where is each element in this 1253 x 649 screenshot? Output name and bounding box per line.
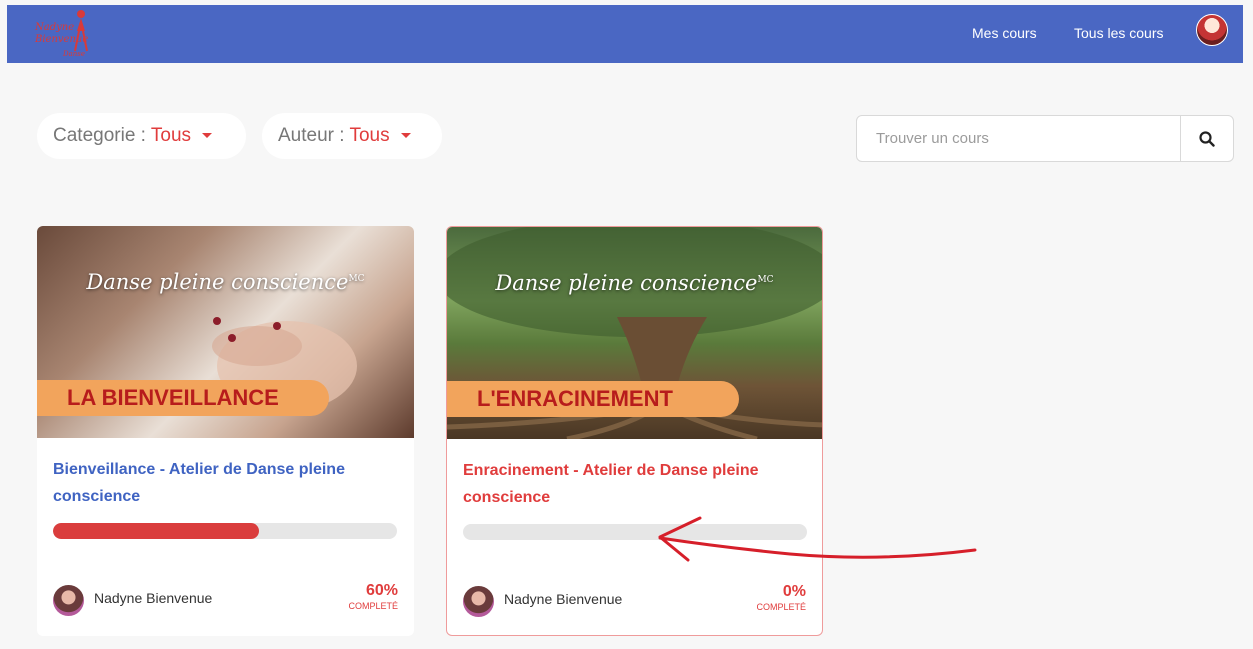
user-avatar[interactable] bbox=[1196, 14, 1228, 46]
author-filter[interactable]: Auteur : Tous bbox=[262, 113, 442, 159]
author-avatar bbox=[463, 586, 494, 617]
category-filter-label: Categorie : bbox=[53, 125, 146, 146]
course-title[interactable]: Bienveillance - Atelier de Danse pleine … bbox=[53, 456, 393, 510]
trademark-mark: MC bbox=[757, 275, 774, 285]
course-card-enracinement[interactable]: Danse pleine conscienceMC L'ENRACINEMENT… bbox=[446, 226, 823, 636]
search-button[interactable] bbox=[1180, 116, 1233, 161]
site-logo[interactable]: Nadyne Bienvenue Danse bbox=[33, 7, 91, 61]
top-nav-bar: Nadyne Bienvenue Danse Mes cours Tous le… bbox=[7, 5, 1243, 63]
course-card-bienveillance[interactable]: Danse pleine conscienceMC LA BIENVEILLAN… bbox=[37, 226, 414, 636]
nav-all-courses[interactable]: Tous les cours bbox=[1074, 25, 1163, 41]
caret-down-icon bbox=[202, 133, 213, 139]
trademark-mark: MC bbox=[348, 274, 365, 284]
dancer-logo-icon bbox=[74, 10, 88, 52]
completion-status: 60% COMPLETÉ bbox=[348, 582, 398, 611]
category-filter-value: Tous bbox=[150, 125, 192, 146]
course-banner: L'ENRACINEMENT bbox=[447, 381, 739, 417]
thumbnail-title: Danse pleine conscienceMC bbox=[495, 271, 774, 295]
course-thumbnail[interactable]: Danse pleine conscienceMC LA BIENVEILLAN… bbox=[37, 226, 414, 438]
course-thumbnail[interactable]: Danse pleine conscienceMC L'ENRACINEMENT bbox=[447, 227, 822, 439]
author-name: Nadyne Bienvenue bbox=[94, 590, 213, 606]
course-banner: LA BIENVEILLANCE bbox=[37, 380, 329, 416]
annotation-arrow-icon bbox=[658, 516, 977, 562]
progress-fill bbox=[53, 523, 260, 539]
caret-down-icon bbox=[400, 133, 411, 139]
course-title[interactable]: Enracinement - Atelier de Danse pleine c… bbox=[463, 457, 803, 511]
nav-my-courses[interactable]: Mes cours bbox=[972, 25, 1037, 41]
logo-text-1: Nadyne bbox=[35, 22, 75, 33]
completion-label: COMPLETÉ bbox=[756, 602, 806, 612]
author-filter-value: Tous bbox=[349, 125, 390, 146]
search-input[interactable] bbox=[857, 116, 1180, 161]
progress-bar bbox=[53, 523, 397, 539]
author-avatar bbox=[53, 585, 84, 616]
category-filter[interactable]: Categorie : Tous bbox=[37, 113, 246, 159]
search-icon bbox=[1199, 130, 1215, 147]
thumbnail-title: Danse pleine conscienceMC bbox=[86, 270, 365, 294]
completion-label: COMPLETÉ bbox=[348, 601, 398, 611]
completion-status: 0% COMPLETÉ bbox=[756, 583, 806, 612]
search-box bbox=[856, 115, 1234, 162]
completion-percent: 60% bbox=[365, 582, 398, 599]
author-filter-label: Auteur : bbox=[278, 125, 345, 146]
completion-percent: 0% bbox=[782, 583, 806, 600]
author-name: Nadyne Bienvenue bbox=[504, 591, 623, 607]
